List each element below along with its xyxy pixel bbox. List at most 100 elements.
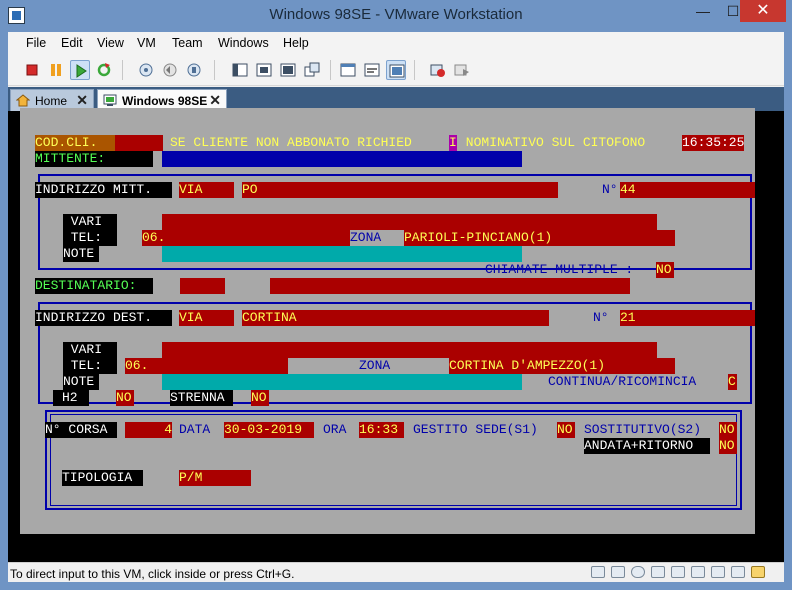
mitt-note-label: NOTE [63,246,99,262]
dest-zona-label: ZONA [359,358,391,373]
strenna-field[interactable]: NO [251,390,269,406]
menu-vm[interactable]: VM [137,36,156,50]
destinatario-label: DESTINATARIO: [35,278,153,294]
usb-icon[interactable] [691,566,705,578]
cod-cli-field[interactable] [115,135,163,151]
h2-field[interactable]: NO [116,390,134,406]
power-off-icon[interactable] [22,60,42,80]
reset-icon[interactable] [94,60,114,80]
mitt-tel-field[interactable]: 06. [142,230,350,246]
tab-home-close-icon[interactable]: ✕ [76,92,88,109]
mitt-vari-label: VARI [63,214,117,230]
revert-snapshot-icon[interactable] [160,60,180,80]
hard-disk-icon[interactable] [591,566,605,578]
chiamate-multiple-field[interactable]: NO [656,262,674,278]
summary-view-icon[interactable] [362,60,382,80]
console-view-icon[interactable] [338,60,358,80]
suspend-icon[interactable] [46,60,66,80]
network-adapter-icon[interactable] [651,566,665,578]
menu-windows[interactable]: Windows [218,36,269,50]
mittente-field[interactable] [162,151,522,167]
menu-file[interactable]: File [26,36,46,50]
sostitutivo-field[interactable]: NO [719,422,737,438]
dest-num-field[interactable]: 21 [620,310,755,326]
cd-rom-icon[interactable] [631,566,645,578]
dest-vari-field[interactable] [162,342,657,358]
dest-tel-field[interactable]: 06. [125,358,288,374]
full-screen-icon[interactable] [254,60,274,80]
andata-ritorno-field[interactable]: NO [719,438,737,454]
menu-help[interactable]: Help [283,36,309,50]
mitt-num-field[interactable]: 44 [620,182,755,198]
ora-field[interactable]: 16:33 [359,422,404,438]
floppy-icon[interactable] [671,566,685,578]
sound-icon[interactable] [711,566,725,578]
corsa-field[interactable]: 4 [125,422,172,438]
toolbar-separator [330,60,331,80]
menu-view[interactable]: View [97,36,124,50]
corsa-label: N° CORSA [45,422,117,438]
dest-street-field[interactable]: CORTINA [242,310,549,326]
show-library-icon[interactable] [230,60,250,80]
clock: 16:35:25 [682,135,745,151]
thumbnail-icon[interactable] [302,60,322,80]
dest-zona-field[interactable]: CORTINA D'AMPEZZO(1) [449,358,675,374]
tab-home-label: Home [35,94,68,108]
dest-note-field[interactable] [162,374,522,390]
strenna-label: STRENNA [170,390,233,406]
snapshot-icon[interactable] [136,60,156,80]
cod-cli-label: COD.CLI. [35,135,115,151]
title-bar: Windows 98SE - VMware Workstation — ☐ ✕ [0,0,792,32]
chiamate-multiple-label: CHIAMATE MULTIPLE : [485,262,634,277]
tipologia-field[interactable]: P/M [179,470,251,486]
banner-left: SE CLIENTE NON ABBONATO RICHIED [170,135,412,150]
mitt-num-label: N° [602,182,618,197]
toolbar-separator [414,60,415,80]
display-icon[interactable] [731,566,745,578]
gestito-label: GESTITO SEDE(S1) [413,422,538,437]
power-on-icon[interactable] [70,60,90,80]
ora-label: ORA [323,422,347,437]
banner-right: NOMINATIVO SUL CITOFONO [458,135,646,150]
replay-icon[interactable] [452,60,472,80]
sostitutivo-label: SOSTITUTIVO(S2) [584,422,702,437]
mitt-note-field[interactable] [162,246,522,262]
gestito-field[interactable]: NO [557,422,575,438]
mitt-vari-field[interactable] [162,214,657,230]
menu-edit[interactable]: Edit [61,36,83,50]
window-title: Windows 98SE - VMware Workstation [269,6,523,23]
status-text: To direct input to this VM, click inside… [10,567,295,581]
mitt-street-field[interactable]: PO [242,182,558,198]
snapshot-manager-icon[interactable] [184,60,204,80]
record-icon[interactable] [428,60,448,80]
close-button[interactable]: ✕ [740,0,786,22]
toolbar-separator [122,60,123,80]
unity-icon[interactable] [278,60,298,80]
status-bar: To direct input to this VM, click inside… [8,562,784,582]
hard-disk-2-icon[interactable] [611,566,625,578]
destinatario-name-field[interactable] [270,278,630,294]
mitt-zona-field[interactable]: PARIOLI-PINCIANO(1) [404,230,675,246]
dest-num-label: N° [593,310,609,325]
menu-team[interactable]: Team [172,36,203,50]
indirizzo-mitt-label: INDIRIZZO MITT. [35,182,172,198]
dos-screen[interactable]: COD.CLI. SE CLIENTE NON ABBONATO RICHIED… [20,108,755,534]
dest-note-label: NOTE [63,374,99,390]
toolbar-separator [214,60,215,80]
tab-windows-98se-close-icon[interactable]: ✕ [209,92,221,109]
dest-via-field[interactable]: VIA [179,310,234,326]
data-label: DATA [179,422,211,437]
vm-icon [103,94,117,106]
quick-switch-icon[interactable] [386,60,406,80]
data-field[interactable]: 30-03-2019 [224,422,314,438]
mitt-zona-label: ZONA [350,230,382,245]
message-log-icon[interactable] [751,566,765,578]
destinatario-code-field[interactable] [180,278,225,294]
mitt-tel-label: TEL: [63,230,117,246]
mittente-label: MITTENTE: [35,151,153,167]
minimize-button[interactable]: — [688,0,718,22]
mitt-via-field[interactable]: VIA [179,182,234,198]
tab-windows-98se-label: Windows 98SE [122,94,208,108]
text-cursor: I [449,135,457,151]
continua-field[interactable]: C [728,374,737,390]
